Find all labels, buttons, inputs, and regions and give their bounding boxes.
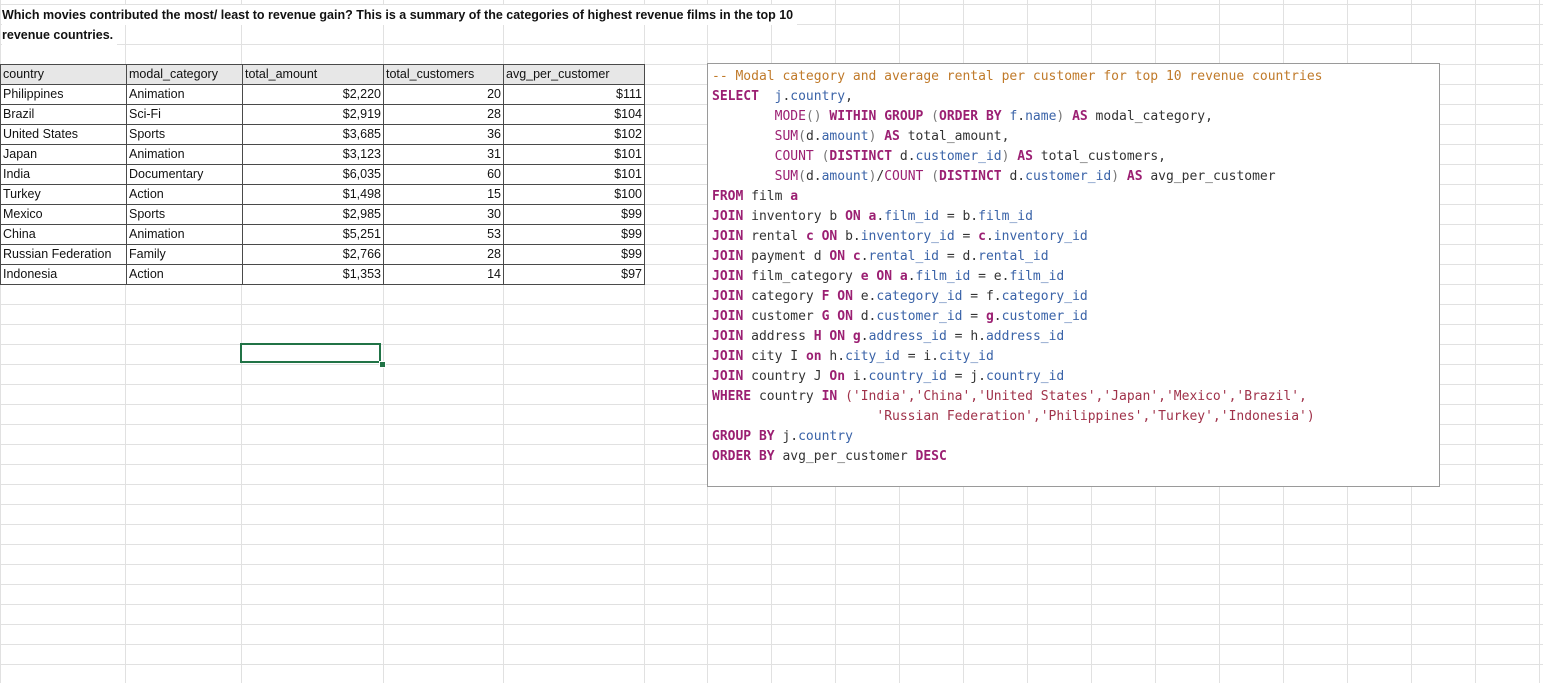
question-heading-line2: revenue countries. xyxy=(2,25,118,45)
sql-line-sum: SUM(d.amount) AS total_amount, xyxy=(774,129,1010,144)
sql-line-join-rental: JOIN rental c ON b.inventory_id = c.inve… xyxy=(712,229,1088,244)
total-customers-cell[interactable]: 30 xyxy=(383,204,504,225)
country-cell[interactable]: Japan xyxy=(0,144,127,165)
total-customers-cell[interactable]: 28 xyxy=(383,104,504,125)
sql-line-order-by: ORDER BY avg_per_customer DESC xyxy=(712,449,947,464)
avg-per-customer-cell[interactable]: $99 xyxy=(503,204,645,225)
country-cell[interactable]: United States xyxy=(0,124,127,145)
sql-line-group-by: GROUP BY j.country xyxy=(712,429,853,444)
question-heading-line1: Which movies contributed the most/ least… xyxy=(2,5,798,25)
category-cell[interactable]: Animation xyxy=(126,224,243,245)
table-row: Japan Animation $3,123 31 $101 xyxy=(0,144,645,165)
country-cell[interactable]: India xyxy=(0,164,127,185)
table-row: China Animation $5,251 53 $99 xyxy=(0,224,645,245)
total-amount-cell[interactable]: $2,766 xyxy=(242,244,384,265)
sql-line-join-inventory: JOIN inventory b ON a.film_id = b.film_i… xyxy=(712,209,1033,224)
total-amount-cell[interactable]: $3,123 xyxy=(242,144,384,165)
total-customers-cell[interactable]: 31 xyxy=(383,144,504,165)
header-cell[interactable]: total_customers xyxy=(383,64,504,85)
sql-line-join-payment: JOIN payment d ON c.rental_id = d.rental… xyxy=(712,249,1049,264)
avg-per-customer-cell[interactable]: $111 xyxy=(503,84,645,105)
selected-cell[interactable] xyxy=(240,343,381,363)
avg-per-customer-cell[interactable]: $99 xyxy=(503,224,645,245)
avg-per-customer-cell[interactable]: $100 xyxy=(503,184,645,205)
sql-code-textbox[interactable]: -- Modal category and average rental per… xyxy=(707,63,1440,487)
table-row: United States Sports $3,685 36 $102 xyxy=(0,124,645,145)
country-cell[interactable]: Mexico xyxy=(0,204,127,225)
category-cell[interactable]: Family xyxy=(126,244,243,265)
table-row: India Documentary $6,035 60 $101 xyxy=(0,164,645,185)
sql-line-from: FROM film a xyxy=(712,189,799,204)
table-row: Mexico Sports $2,985 30 $99 xyxy=(0,204,645,225)
sql-line-select: SELECT j.country, xyxy=(712,89,853,104)
total-customers-cell[interactable]: 14 xyxy=(383,264,504,285)
sql-line-count: COUNT (DISTINCT d.customer_id) AS total_… xyxy=(774,149,1166,164)
total-customers-cell[interactable]: 36 xyxy=(383,124,504,145)
country-cell[interactable]: Turkey xyxy=(0,184,127,205)
total-customers-cell[interactable]: 15 xyxy=(383,184,504,205)
sql-line-join-city: JOIN city I on h.city_id = i.city_id xyxy=(712,349,994,364)
table-row: Indonesia Action $1,353 14 $97 xyxy=(0,264,645,285)
total-amount-cell[interactable]: $5,251 xyxy=(242,224,384,245)
fill-handle[interactable] xyxy=(379,361,386,368)
header-cell[interactable]: country xyxy=(0,64,127,85)
sql-line-avg: SUM(d.amount)/COUNT (DISTINCT d.customer… xyxy=(774,169,1276,184)
avg-per-customer-cell[interactable]: $97 xyxy=(503,264,645,285)
total-amount-cell[interactable]: $2,985 xyxy=(242,204,384,225)
table-row: Philippines Animation $2,220 20 $111 xyxy=(0,84,645,105)
country-cell[interactable]: Russian Federation xyxy=(0,244,127,265)
sql-line-where-cont: 'Russian Federation','Philippines','Turk… xyxy=(876,409,1315,424)
total-amount-cell[interactable]: $2,919 xyxy=(242,104,384,125)
header-cell[interactable]: modal_category xyxy=(126,64,243,85)
sql-line-join-customer: JOIN customer G ON d.customer_id = g.cus… xyxy=(712,309,1088,324)
category-cell[interactable]: Action xyxy=(126,264,243,285)
category-cell[interactable]: Action xyxy=(126,184,243,205)
category-cell[interactable]: Sci-Fi xyxy=(126,104,243,125)
avg-per-customer-cell[interactable]: $101 xyxy=(503,144,645,165)
sql-line-join-address: JOIN address H ON g.address_id = h.addre… xyxy=(712,329,1065,344)
avg-per-customer-cell[interactable]: $104 xyxy=(503,104,645,125)
total-customers-cell[interactable]: 20 xyxy=(383,84,504,105)
category-cell[interactable]: Sports xyxy=(126,124,243,145)
sql-line-join-film-category: JOIN film_category e ON a.film_id = e.fi… xyxy=(712,269,1065,284)
category-cell[interactable]: Animation xyxy=(126,144,243,165)
total-amount-cell[interactable]: $1,498 xyxy=(242,184,384,205)
category-cell[interactable]: Documentary xyxy=(126,164,243,185)
avg-per-customer-cell[interactable]: $101 xyxy=(503,164,645,185)
total-amount-cell[interactable]: $2,220 xyxy=(242,84,384,105)
total-customers-cell[interactable]: 53 xyxy=(383,224,504,245)
total-amount-cell[interactable]: $3,685 xyxy=(242,124,384,145)
header-cell[interactable]: avg_per_customer xyxy=(503,64,645,85)
country-cell[interactable]: Indonesia xyxy=(0,264,127,285)
sql-line-join-category: JOIN category F ON e.category_id = f.cat… xyxy=(712,289,1088,304)
avg-per-customer-cell[interactable]: $99 xyxy=(503,244,645,265)
country-cell[interactable]: Philippines xyxy=(0,84,127,105)
total-amount-cell[interactable]: $6,035 xyxy=(242,164,384,185)
header-cell[interactable]: total_amount xyxy=(242,64,384,85)
category-cell[interactable]: Sports xyxy=(126,204,243,225)
sql-comment: -- Modal category and average rental per… xyxy=(712,69,1323,84)
total-amount-cell[interactable]: $1,353 xyxy=(242,264,384,285)
table-row: Turkey Action $1,498 15 $100 xyxy=(0,184,645,205)
avg-per-customer-cell[interactable]: $102 xyxy=(503,124,645,145)
sql-line-where: WHERE country IN ('India','China','Unite… xyxy=(712,389,1307,404)
table-header-row: country modal_category total_amount tota… xyxy=(0,64,645,85)
table-row: Brazil Sci-Fi $2,919 28 $104 xyxy=(0,104,645,125)
sql-line-join-country: JOIN country J On i.country_id = j.count… xyxy=(712,369,1065,384)
total-customers-cell[interactable]: 28 xyxy=(383,244,504,265)
total-customers-cell[interactable]: 60 xyxy=(383,164,504,185)
category-cell[interactable]: Animation xyxy=(126,84,243,105)
country-cell[interactable]: China xyxy=(0,224,127,245)
country-cell[interactable]: Brazil xyxy=(0,104,127,125)
sql-line-mode: MODE() WITHIN GROUP (ORDER BY f.name) AS… xyxy=(774,109,1213,124)
table-row: Russian Federation Family $2,766 28 $99 xyxy=(0,244,645,265)
results-table: country modal_category total_amount tota… xyxy=(0,64,645,285)
